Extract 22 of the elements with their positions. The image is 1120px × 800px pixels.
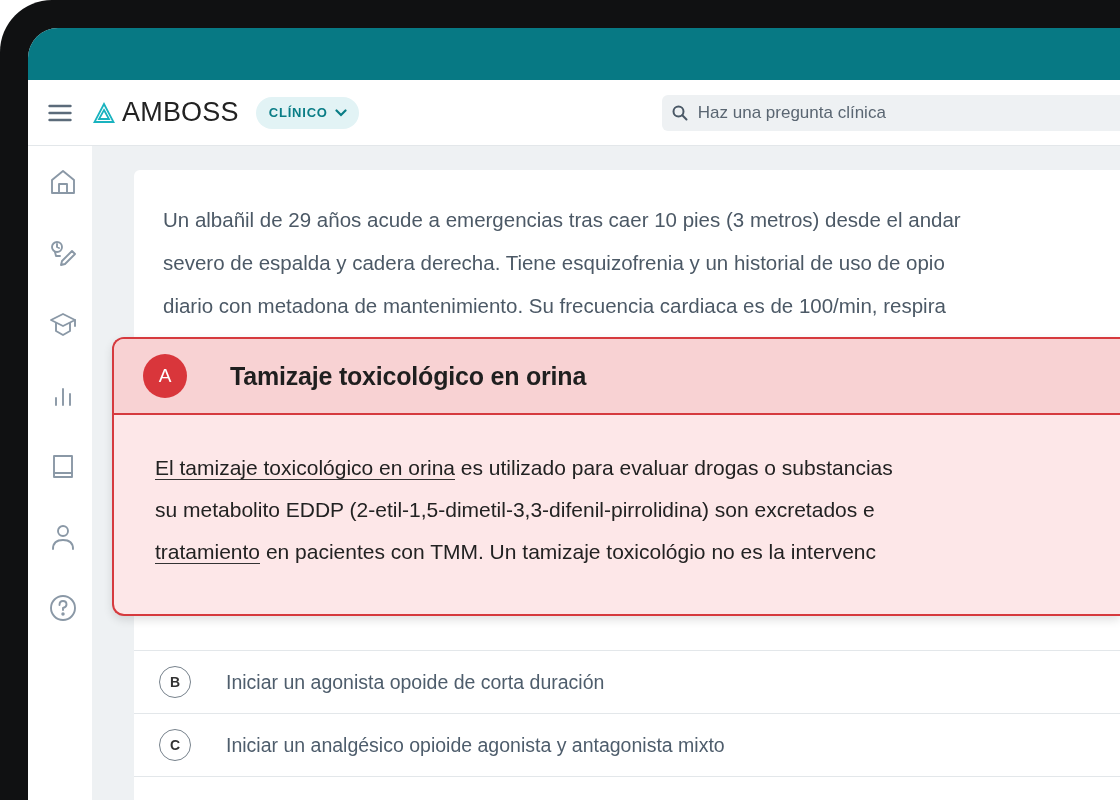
stethoscope-pencil-icon[interactable] — [49, 239, 77, 267]
explanation-text: El tamizaje toxicológico en orina es utilizado para evaluar drogas o substancias su metabolito EDDP (2-etil-1,5-dimetil-3,3-difenil-pirrolidina) son excretados e tratamiento en pacientes con TMM. Un tamizaje toxicológio no es la intervenc — [155, 455, 894, 566]
brand-name: AMBOSS — [122, 97, 239, 128]
person-icon[interactable] — [49, 523, 77, 551]
answer-text: Tamizaje toxicológico en orina — [230, 361, 587, 391]
graduation-cap-icon[interactable] — [49, 310, 77, 338]
link[interactable]: El tamizaje toxicológico en orina — [155, 456, 455, 480]
help-icon[interactable] — [49, 594, 77, 622]
answer-header[interactable]: A Tamizaje toxicológico en orina — [114, 339, 1120, 415]
answer-option[interactable]: B Iniciar un agonista opoide de corta duración — [134, 650, 1120, 713]
option-text: Iniciar un agonista opoide de corta duración — [226, 670, 605, 694]
answer-option[interactable]: C Iniciar un analgésico opioide agonista y antagonista mixto — [134, 713, 1120, 777]
menu-icon[interactable] — [48, 103, 72, 122]
link[interactable]: tratamiento — [155, 540, 261, 564]
home-icon[interactable] — [49, 168, 77, 196]
chevron-down-icon[interactable] — [334, 108, 347, 117]
option-text: Iniciar un analgésico opioide agonista y antagonista mixto — [226, 733, 725, 757]
answer-letter: A — [143, 354, 187, 398]
question-text: Un albañil de 29 años acude a emergencias tras caer 10 pies (3 metros) desde el andar severo de espalda y cadera derecha. Tiene esquizofrenia y un historial de uso de opio diario con metadona de mantenimiento. Su frecuencia cardiaca es de 100/min, respira — [163, 207, 962, 319]
search-field[interactable]: Haz una pregunta clínica — [661, 94, 1120, 131]
triangle-logo-icon[interactable] — [93, 101, 115, 124]
mode-dropdown[interactable]: CLÍNICO — [255, 96, 359, 129]
